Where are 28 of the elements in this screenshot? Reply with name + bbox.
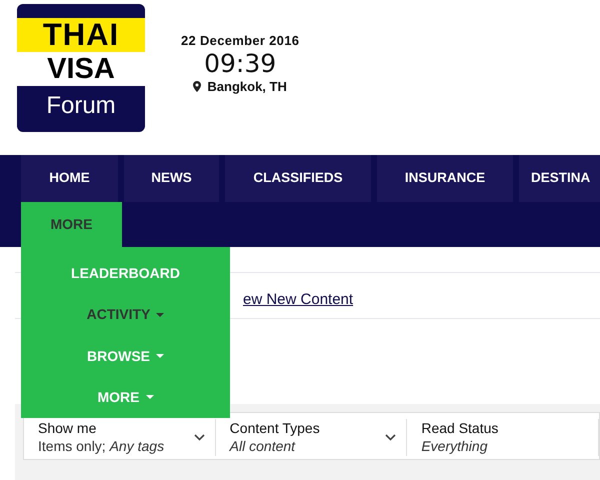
location-text: Bangkok, TH	[207, 78, 287, 96]
filter-value: Items only; Any tags	[38, 437, 164, 455]
more-tab[interactable]: MORE	[21, 202, 122, 247]
nav-tab[interactable]: HOME	[21, 155, 118, 202]
filter-label: Read Status	[421, 420, 498, 437]
nav-tab[interactable]: NEWS	[124, 155, 219, 202]
filter-dropdown[interactable]: Read Status Everything	[407, 419, 600, 456]
nav-tab[interactable]: CLASSIFIEDS	[225, 155, 371, 202]
nav-tab[interactable]: INSURANCE	[377, 155, 513, 202]
breadcrumb-link[interactable]: ew New Content	[243, 291, 354, 308]
filter-value: All content	[230, 437, 296, 455]
filter-label: Content Types	[230, 420, 320, 437]
date-text: 22 December 2016	[181, 32, 300, 50]
logo-text: VISA	[17, 52, 145, 86]
filter-value: Everything	[421, 437, 488, 455]
logo-text: THAI	[17, 18, 145, 52]
caret-icon	[156, 354, 164, 358]
time-text: 09:39	[203, 50, 278, 76]
location-pin-icon	[193, 80, 202, 92]
logo[interactable]: THAI VISA Forum	[17, 4, 145, 132]
filter-label: Show me	[38, 420, 98, 437]
filter-dropdown[interactable]: Content Types All content	[216, 419, 408, 456]
logo-text: Forum	[45, 91, 117, 121]
filter-dropdown[interactable]: Show me Items only; Any tags	[24, 419, 216, 456]
menu-item[interactable]: ACTIVITY	[21, 294, 230, 336]
nav-tab[interactable]: DESTINA	[519, 155, 600, 202]
caret-icon	[156, 312, 164, 317]
caret-icon	[146, 395, 154, 400]
